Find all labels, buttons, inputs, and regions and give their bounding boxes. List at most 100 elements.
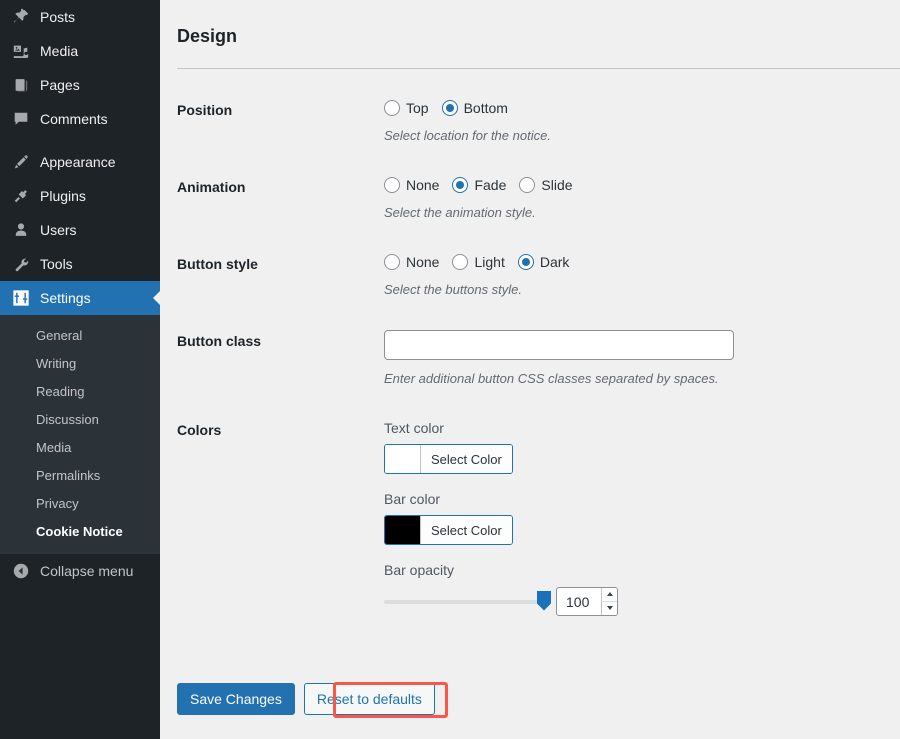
submenu-item-reading[interactable]: Reading bbox=[0, 378, 160, 406]
field-label-button-style: Button style bbox=[160, 237, 384, 314]
animation-option-none-label: None bbox=[406, 176, 439, 194]
form-actions: Save Changes Reset to defaults bbox=[177, 683, 435, 715]
animation-option-slide[interactable]: Slide bbox=[519, 176, 572, 194]
button-style-help-text: Select the buttons style. bbox=[384, 282, 890, 298]
radio-unchecked-icon[interactable] bbox=[384, 177, 400, 193]
text-color-swatch bbox=[385, 445, 421, 473]
field-label-animation: Animation bbox=[160, 160, 384, 237]
position-option-top[interactable]: Top bbox=[384, 99, 429, 117]
button-style-option-light[interactable]: Light bbox=[452, 253, 504, 271]
bar-opacity-slider[interactable] bbox=[384, 600, 544, 604]
radio-checked-icon[interactable] bbox=[442, 100, 458, 116]
page-title: Design bbox=[160, 0, 900, 48]
position-help-text: Select location for the notice. bbox=[384, 128, 890, 144]
submenu-item-discussion[interactable]: Discussion bbox=[0, 406, 160, 434]
radio-checked-icon[interactable] bbox=[518, 254, 534, 270]
bar-opacity-control: 100 bbox=[384, 587, 890, 616]
button-class-input[interactable] bbox=[384, 330, 734, 360]
design-settings-form: Position Top Bottom Selec bbox=[160, 83, 900, 632]
collapse-menu-button[interactable]: Collapse menu bbox=[0, 554, 160, 588]
radio-checked-icon[interactable] bbox=[452, 177, 468, 193]
button-style-radio-group: None Light Dark bbox=[384, 253, 890, 271]
field-row-animation: Animation None Fade bbox=[160, 160, 900, 237]
position-option-bottom[interactable]: Bottom bbox=[442, 99, 508, 117]
submenu-item-media[interactable]: Media bbox=[0, 434, 160, 462]
bar-color-picker-button[interactable]: Select Color bbox=[384, 515, 513, 545]
button-style-option-light-label: Light bbox=[474, 253, 504, 271]
sidebar-item-settings[interactable]: Settings bbox=[0, 281, 160, 315]
paintbrush-icon bbox=[11, 152, 31, 172]
sidebar-item-label: Media bbox=[40, 44, 78, 59]
button-style-option-none-label: None bbox=[406, 253, 439, 271]
bar-color-label: Bar color bbox=[384, 490, 890, 508]
sidebar-item-label: Settings bbox=[40, 291, 91, 306]
sidebar-item-media[interactable]: Media bbox=[0, 34, 160, 68]
bar-color-select-label: Select Color bbox=[421, 516, 512, 544]
sidebar-item-appearance[interactable]: Appearance bbox=[0, 145, 160, 179]
field-label-position: Position bbox=[160, 83, 384, 160]
sidebar-item-label: Pages bbox=[40, 78, 80, 93]
animation-option-none[interactable]: None bbox=[384, 176, 439, 194]
sidebar-item-users[interactable]: Users bbox=[0, 213, 160, 247]
sidebar-item-posts[interactable]: Posts bbox=[0, 0, 160, 34]
field-row-button-style: Button style None Light bbox=[160, 237, 900, 314]
media-icon bbox=[11, 41, 31, 61]
collapse-arrow-icon bbox=[11, 561, 31, 581]
button-style-option-dark-label: Dark bbox=[540, 253, 570, 271]
field-control-button-class: Enter additional button CSS classes sepa… bbox=[384, 314, 900, 403]
sidebar-item-plugins[interactable]: Plugins bbox=[0, 179, 160, 213]
sidebar-item-label: Appearance bbox=[40, 155, 116, 170]
sidebar-item-tools[interactable]: Tools bbox=[0, 247, 160, 281]
bar-opacity-value: 100 bbox=[557, 588, 601, 615]
radio-unchecked-icon[interactable] bbox=[519, 177, 535, 193]
radio-unchecked-icon[interactable] bbox=[384, 254, 400, 270]
radio-unchecked-icon[interactable] bbox=[384, 100, 400, 116]
button-style-option-none[interactable]: None bbox=[384, 253, 439, 271]
field-label-button-class: Button class bbox=[160, 314, 384, 403]
text-color-picker-button[interactable]: Select Color bbox=[384, 444, 513, 474]
position-option-top-label: Top bbox=[406, 99, 429, 117]
sidebar-item-label: Tools bbox=[40, 257, 73, 272]
field-row-button-class: Button class Enter additional button CSS… bbox=[160, 314, 900, 403]
button-style-option-dark[interactable]: Dark bbox=[518, 253, 570, 271]
submenu-item-cookie-notice[interactable]: Cookie Notice bbox=[0, 518, 160, 546]
submenu-item-privacy[interactable]: Privacy bbox=[0, 490, 160, 518]
save-changes-button[interactable]: Save Changes bbox=[177, 683, 295, 715]
field-row-colors: Colors Text color Select Color Bar color… bbox=[160, 403, 900, 632]
bar-opacity-label: Bar opacity bbox=[384, 561, 890, 579]
bar-opacity-stepper[interactable]: 100 bbox=[556, 587, 618, 616]
spin-up-button[interactable] bbox=[602, 588, 617, 602]
user-icon bbox=[11, 220, 31, 240]
caret-down-icon bbox=[607, 606, 613, 610]
text-color-select-label: Select Color bbox=[421, 445, 512, 473]
position-radio-group: Top Bottom bbox=[384, 99, 890, 117]
submenu-item-permalinks[interactable]: Permalinks bbox=[0, 462, 160, 490]
collapse-menu-label: Collapse menu bbox=[40, 563, 133, 579]
admin-sidebar: Posts Media Pages Comments Appearance bbox=[0, 0, 160, 739]
title-divider bbox=[177, 68, 900, 69]
sidebar-item-label: Users bbox=[40, 223, 77, 238]
wordpress-admin-screen: Posts Media Pages Comments Appearance bbox=[0, 0, 900, 739]
bar-color-swatch bbox=[385, 516, 421, 544]
plug-icon bbox=[11, 186, 31, 206]
submenu-item-writing[interactable]: Writing bbox=[0, 350, 160, 378]
wrench-icon bbox=[11, 254, 31, 274]
sidebar-item-pages[interactable]: Pages bbox=[0, 68, 160, 102]
settings-submenu: General Writing Reading Discussion Media… bbox=[0, 315, 160, 554]
bar-opacity-spin-buttons bbox=[601, 588, 617, 615]
animation-option-fade[interactable]: Fade bbox=[452, 176, 506, 194]
pages-icon bbox=[11, 75, 31, 95]
animation-help-text: Select the animation style. bbox=[384, 205, 890, 221]
sidebar-item-label: Comments bbox=[40, 112, 108, 127]
spin-down-button[interactable] bbox=[602, 602, 617, 616]
reset-to-defaults-button[interactable]: Reset to defaults bbox=[304, 683, 435, 715]
animation-option-fade-label: Fade bbox=[474, 176, 506, 194]
bar-opacity-slider-handle[interactable] bbox=[537, 591, 551, 611]
sidebar-item-comments[interactable]: Comments bbox=[0, 102, 160, 136]
submenu-item-general[interactable]: General bbox=[0, 322, 160, 350]
radio-unchecked-icon[interactable] bbox=[452, 254, 468, 270]
position-option-bottom-label: Bottom bbox=[464, 99, 508, 117]
sidebar-item-label: Plugins bbox=[40, 189, 86, 204]
sidebar-item-label: Posts bbox=[40, 10, 75, 25]
caret-up-icon bbox=[607, 592, 613, 596]
